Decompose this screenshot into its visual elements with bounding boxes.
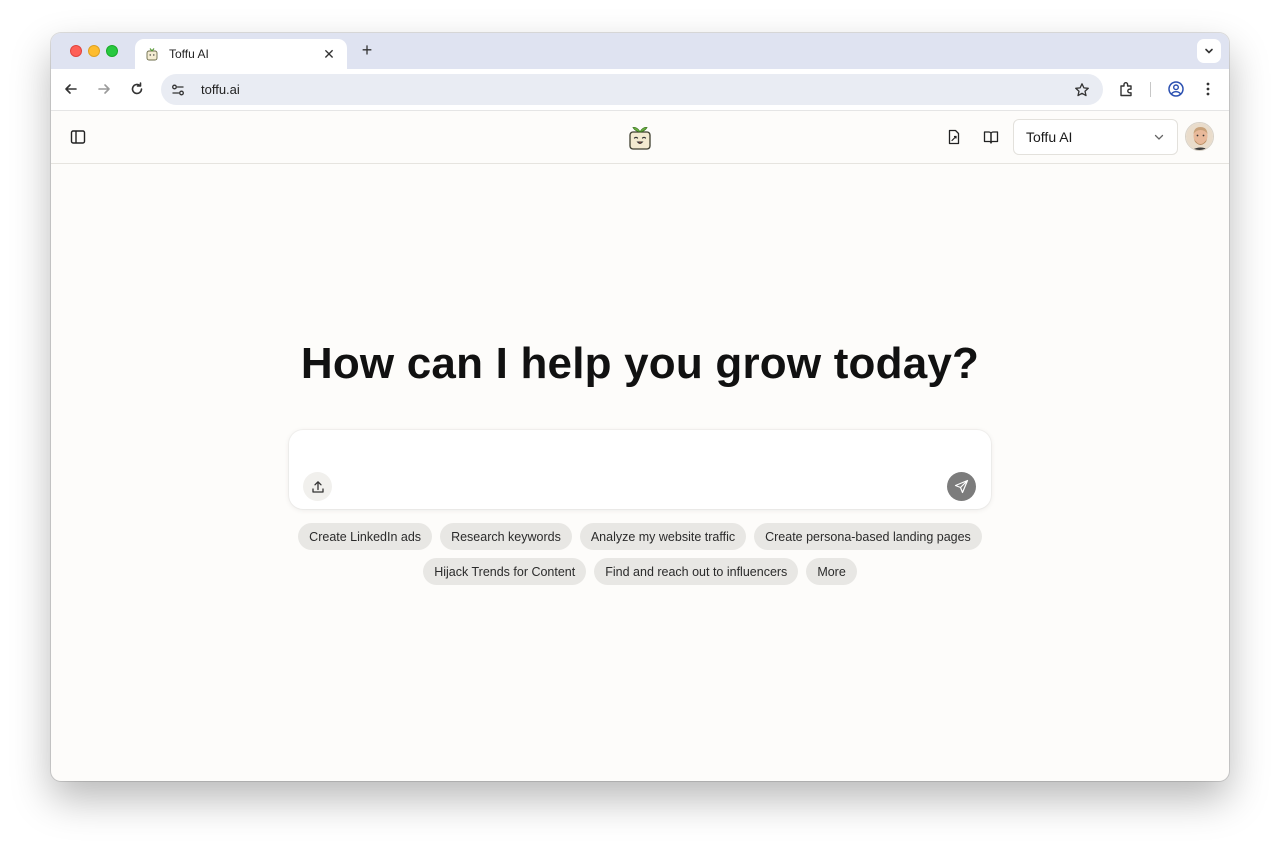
site-settings-icon[interactable] (169, 81, 187, 99)
address-bar[interactable]: toffu.ai (161, 74, 1103, 105)
prompt-input[interactable] (303, 442, 973, 466)
chevron-down-icon (1154, 134, 1164, 140)
reload-button[interactable] (126, 78, 148, 100)
tab-search-button[interactable] (1197, 39, 1221, 63)
upload-button[interactable] (303, 472, 332, 501)
suggestion-chip[interactable]: Research keywords (440, 523, 572, 550)
suggestion-chip[interactable]: Create persona-based landing pages (754, 523, 982, 550)
star-icon[interactable] (1073, 81, 1091, 99)
browser-window: Toffu AI ✕ + toffu.ai Toffu AI How can I… (51, 33, 1229, 781)
plus-icon[interactable]: + (357, 40, 377, 61)
toffu-logo[interactable] (626, 123, 654, 151)
suggestion-chip[interactable]: Analyze my website traffic (579, 523, 747, 550)
more-vert-icon[interactable] (1198, 79, 1218, 99)
tab-title: Toffu AI (169, 47, 209, 61)
suggestions-row-1: Create LinkedIn ads Research keywords An… (51, 523, 1229, 550)
workspace-select[interactable]: Toffu AI (1013, 119, 1178, 155)
minimize-window-button[interactable] (88, 45, 100, 57)
suggestion-chip[interactable]: Find and reach out to influencers (594, 558, 799, 585)
send-icon (954, 479, 969, 494)
chat-composer (289, 430, 991, 509)
suggestions-row-2: Hijack Trends for Content Find and reach… (51, 558, 1229, 585)
avatar[interactable] (1185, 122, 1214, 151)
forward-arrow-icon (98, 84, 110, 94)
extensions-icon[interactable] (1117, 79, 1137, 99)
tab-strip: Toffu AI ✕ + (51, 33, 1229, 69)
browser-tab[interactable]: Toffu AI ✕ (135, 39, 347, 69)
reload-icon (131, 82, 143, 95)
profile-icon[interactable] (1166, 79, 1186, 99)
forward-button[interactable] (93, 78, 115, 100)
workspace-label: Toffu AI (1026, 129, 1073, 145)
back-arrow-icon (65, 84, 77, 94)
close-window-button[interactable] (70, 45, 82, 57)
more-suggestions-chip[interactable]: More (806, 558, 857, 585)
toolbar-divider (1150, 82, 1151, 97)
upload-icon (311, 480, 324, 493)
book-icon[interactable] (982, 128, 1000, 146)
app-header: Toffu AI (51, 111, 1229, 164)
send-button[interactable] (947, 472, 976, 501)
suggestion-chip[interactable]: Create LinkedIn ads (298, 523, 433, 550)
close-icon[interactable]: ✕ (321, 46, 337, 63)
sidebar-icon[interactable] (70, 129, 86, 145)
favicon-icon (146, 48, 158, 61)
maximize-window-button[interactable] (106, 45, 118, 57)
document-icon[interactable] (945, 128, 963, 146)
back-button[interactable] (60, 78, 82, 100)
url-text[interactable]: toffu.ai (201, 82, 1073, 97)
suggestion-chip[interactable]: Hijack Trends for Content (423, 558, 587, 585)
browser-toolbar: toffu.ai (51, 69, 1229, 111)
page-title: How can I help you grow today? (300, 339, 980, 388)
chevron-down-icon (1205, 48, 1213, 54)
